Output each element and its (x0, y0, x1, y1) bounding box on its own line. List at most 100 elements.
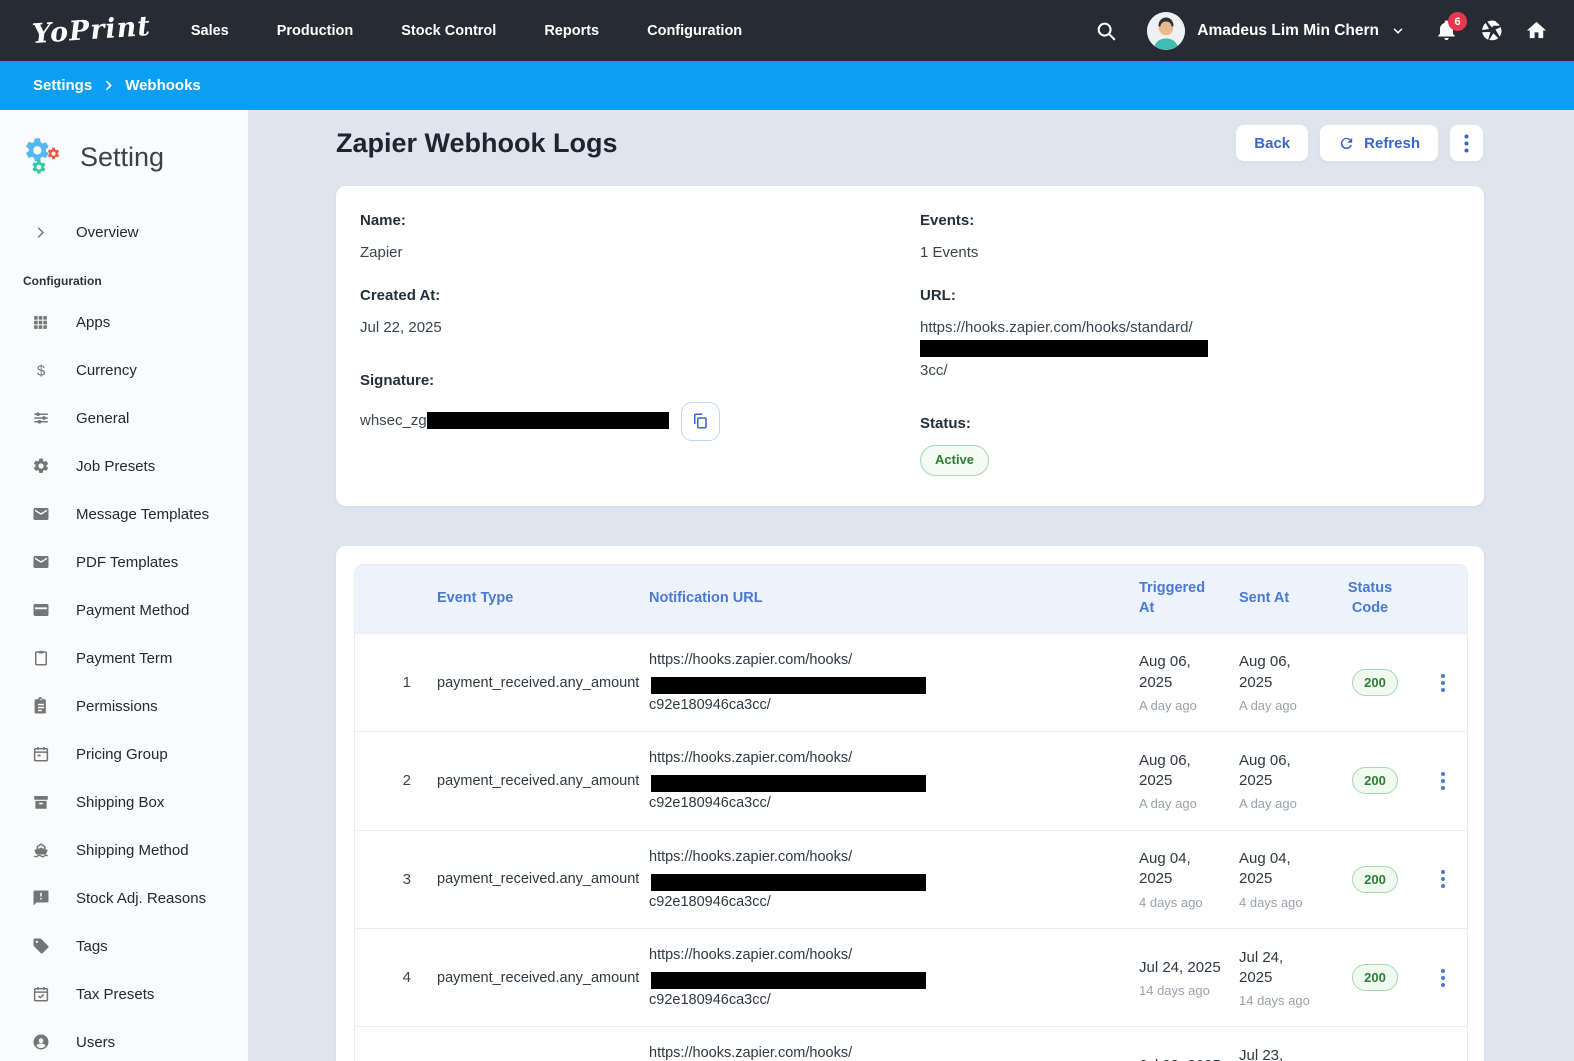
sidebar-item-currency[interactable]: $ Currency (0, 346, 248, 394)
sidebar-item-stock-adj-reasons[interactable]: Stock Adj. Reasons (0, 874, 248, 922)
date-line: Jul 24, 2025 (1139, 958, 1231, 978)
sidebar-item-shipping-method[interactable]: Shipping Method (0, 826, 248, 874)
sidebar-item-payment-term[interactable]: Payment Term (0, 634, 248, 682)
row-actions-kebab[interactable] (1431, 862, 1455, 896)
webhook-details-card: Name: Zapier Created At: Jul 22, 2025 Si… (336, 186, 1484, 506)
event-type-cell: payment_received.any_amount (437, 970, 649, 986)
nav-item-reports[interactable]: Reports (544, 23, 599, 39)
job-presets-icon (31, 457, 50, 476)
table-body: 1 payment_received.any_amount https://ho… (355, 633, 1467, 1061)
top-navbar: YoPrint Sales Production Stock Control R… (0, 0, 1574, 61)
status-code-cell: 200 (1331, 669, 1419, 696)
relative-time: A day ago (1239, 796, 1323, 811)
status-code-cell: 200 (1331, 767, 1419, 794)
back-button[interactable]: Back (1235, 124, 1309, 162)
name-label: Name: (360, 212, 920, 229)
message-templates-icon (31, 505, 50, 524)
yoprint-logo[interactable]: YoPrint (31, 11, 152, 50)
row-actions-kebab[interactable] (1431, 961, 1455, 995)
nav-item-configuration[interactable]: Configuration (647, 23, 742, 39)
col-notification-url: Notification URL (649, 589, 1139, 609)
sidebar-item-payment-method[interactable]: Payment Method (0, 586, 248, 634)
sidebar-item-tags[interactable]: Tags (0, 922, 248, 970)
settings-gears-icon (22, 136, 68, 178)
url-value: https://hooks.zapier.com/hooks/standard/… (920, 317, 1454, 382)
sent-at-cell: Aug 06,2025A day ago (1239, 751, 1331, 812)
chevron-right-icon (31, 223, 50, 242)
sidebar-item-users[interactable]: Users (0, 1018, 248, 1061)
copy-signature-button[interactable] (681, 402, 720, 441)
notification-url-cell: https://hooks.zapier.com/hooks/ c92e1809… (649, 649, 1139, 716)
aperture-icon[interactable] (1480, 19, 1503, 42)
svg-text:$: $ (36, 362, 45, 379)
settings-sidebar: Setting Overview Configuration Apps $ Cu… (0, 110, 249, 1061)
sidebar-item-shipping-box[interactable]: Shipping Box (0, 778, 248, 826)
events-label: Events: (920, 212, 1454, 229)
sidebar-item-apps[interactable]: Apps (0, 298, 248, 346)
notification-url-cell: https://hooks.zapier.com/hooks/ c92e1809… (649, 846, 1139, 913)
relative-time: A day ago (1239, 698, 1323, 713)
relative-time: A day ago (1139, 698, 1231, 713)
breadcrumb-settings[interactable]: Settings (33, 77, 92, 94)
sent-at-cell: Jul 23,202515 days ago (1239, 1046, 1331, 1061)
chevron-right-icon (102, 79, 115, 92)
date-line: Jul 23, (1239, 1046, 1323, 1061)
sidebar-item-message-templates[interactable]: Message Templates (0, 490, 248, 538)
sent-at-cell: Aug 04,20254 days ago (1239, 849, 1331, 910)
breadcrumb-webhooks[interactable]: Webhooks (125, 77, 201, 94)
row-actions-kebab[interactable] (1431, 764, 1455, 798)
date-line: 2025 (1239, 673, 1323, 693)
table-row: 2 payment_received.any_amount https://ho… (355, 731, 1467, 829)
general-icon (31, 409, 50, 428)
refresh-button[interactable]: Refresh (1319, 124, 1439, 162)
table-row: 3 payment_received.any_amount https://ho… (355, 830, 1467, 928)
relative-time: A day ago (1139, 796, 1231, 811)
apps-icon (31, 313, 50, 332)
breadcrumb: Settings Webhooks (0, 61, 1574, 110)
sidebar-item-general[interactable]: General (0, 394, 248, 442)
nav-item-production[interactable]: Production (277, 23, 354, 39)
chevron-down-icon (1391, 24, 1405, 38)
status-code-badge: 200 (1352, 964, 1398, 991)
triggered-at-cell: Aug 04,20254 days ago (1139, 849, 1239, 910)
relative-time: 4 days ago (1139, 895, 1231, 910)
nav-item-stock-control[interactable]: Stock Control (401, 23, 496, 39)
col-status-code: Status Code (1346, 579, 1404, 618)
date-line: 2025 (1139, 771, 1231, 791)
search-icon[interactable] (1095, 20, 1117, 42)
triggered-at-cell: Jul 24, 202514 days ago (1139, 958, 1239, 998)
col-sent-at: Sent At (1239, 589, 1331, 609)
status-badge: Active (920, 445, 989, 476)
redacted-url (651, 775, 926, 792)
triggered-at-cell: Aug 06,2025A day ago (1139, 652, 1239, 713)
payment-term-icon (31, 649, 50, 668)
date-line: Aug 04, (1239, 849, 1323, 869)
sidebar-item-permissions[interactable]: Permissions (0, 682, 248, 730)
created-at-label: Created At: (360, 287, 920, 304)
avatar (1147, 12, 1185, 50)
date-line: Aug 06, (1139, 652, 1231, 672)
notification-url-cell: https://hooks.zapier.com/hooks/ c92e1809… (649, 944, 1139, 1011)
row-index: 4 (355, 969, 437, 986)
refresh-icon (1338, 135, 1355, 152)
sidebar-item-overview[interactable]: Overview (0, 208, 248, 256)
sidebar-title: Setting (80, 142, 164, 173)
page-actions-kebab[interactable] (1449, 124, 1484, 162)
stock-adj-reasons-icon (31, 889, 50, 908)
home-icon[interactable] (1525, 19, 1548, 42)
notifications-bell-icon[interactable]: 6 (1435, 19, 1458, 42)
signature-value: whsec_zg (360, 410, 669, 432)
nav-item-sales[interactable]: Sales (191, 23, 229, 39)
webhook-logs-card: Event Type Notification URL Triggered At… (336, 546, 1484, 1061)
sidebar-item-pdf-templates[interactable]: PDF Templates (0, 538, 248, 586)
sent-at-cell: Jul 24,202514 days ago (1239, 948, 1331, 1009)
tags-icon (31, 937, 50, 956)
sidebar-item-job-presets[interactable]: Job Presets (0, 442, 248, 490)
tax-presets-icon (31, 985, 50, 1004)
date-line: 2025 (1239, 968, 1323, 988)
status-code-cell: 200 (1331, 964, 1419, 991)
sidebar-item-tax-presets[interactable]: Tax Presets (0, 970, 248, 1018)
row-actions-kebab[interactable] (1431, 666, 1455, 700)
user-menu[interactable]: Amadeus Lim Min Chern (1147, 12, 1405, 50)
sidebar-item-pricing-group[interactable]: Pricing Group (0, 730, 248, 778)
